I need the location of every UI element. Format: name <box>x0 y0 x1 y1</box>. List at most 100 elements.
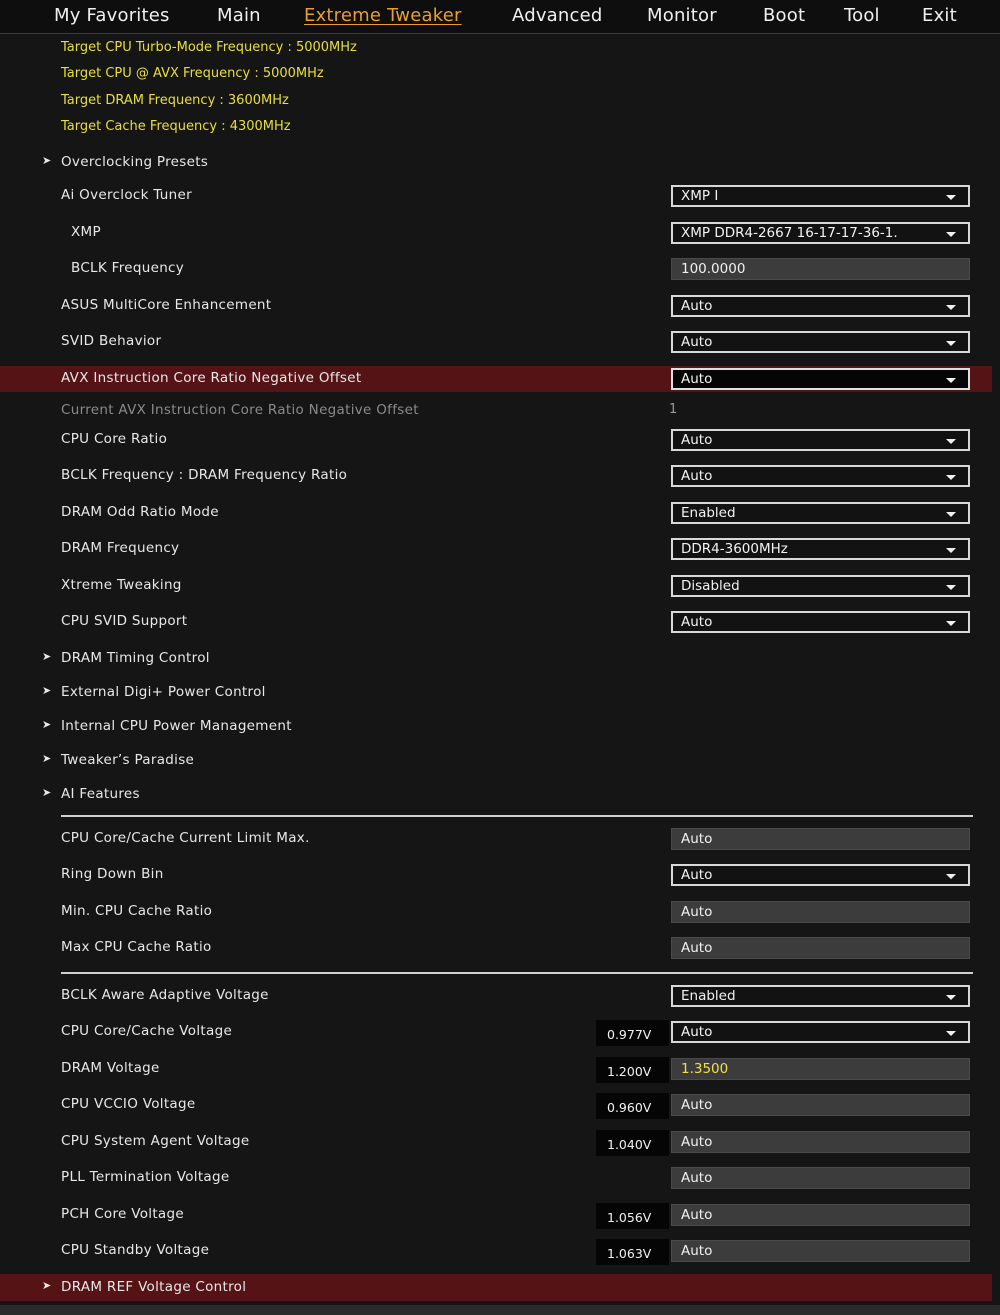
multicore-enhancement-select[interactable]: Auto <box>671 295 970 317</box>
xtreme-tweaking-select[interactable]: Disabled <box>671 575 970 597</box>
setting-vccio-voltage: CPU VCCIO Voltage 0.960V Auto <box>0 1088 1000 1122</box>
input-value: Auto <box>681 1207 713 1223</box>
dram-voltage-input[interactable]: 1.3500 <box>671 1058 970 1080</box>
bclk-dram-ratio-select[interactable]: Auto <box>671 465 970 487</box>
submenu-arrow-icon: ➤ <box>42 786 52 799</box>
setting-label: XMP <box>71 224 101 240</box>
max-cache-ratio-input[interactable]: Auto <box>671 937 970 959</box>
core-cache-current-limit-input[interactable]: Auto <box>671 828 970 850</box>
dropdown-caret-icon <box>946 1031 956 1036</box>
bclk-frequency-input[interactable]: 100.0000 <box>671 258 970 280</box>
submenu-overclocking-presets[interactable]: ➤ Overclocking Presets <box>0 146 1000 180</box>
setting-label: DRAM Voltage <box>61 1060 160 1076</box>
info-label: Current AVX Instruction Core Ratio Negat… <box>61 402 419 418</box>
select-value: Auto <box>681 867 713 883</box>
core-cache-voltage-select[interactable]: Auto <box>671 1021 970 1043</box>
dropdown-caret-icon <box>946 874 956 879</box>
setting-dram-odd-ratio: DRAM Odd Ratio Mode Enabled <box>0 496 1000 530</box>
svid-behavior-select[interactable]: Auto <box>671 331 970 353</box>
setting-label: CPU Core/Cache Voltage <box>61 1023 233 1039</box>
select-value: XMP DDR4-2667 16-17-17-36-1. <box>681 225 898 241</box>
min-cache-ratio-input[interactable]: Auto <box>671 901 970 923</box>
select-value: Auto <box>681 432 713 448</box>
setting-core-cache-current-limit: CPU Core/Cache Current Limit Max. Auto <box>0 822 1000 856</box>
setting-cpu-core-ratio: CPU Core Ratio Auto <box>0 423 1000 457</box>
submenu-label: Tweaker’s Paradise <box>61 752 195 768</box>
submenu-dram-timing-control[interactable]: ➤ DRAM Timing Control <box>0 642 1000 676</box>
setting-dram-frequency: DRAM Frequency DDR4-3600MHz <box>0 532 1000 566</box>
target-cpu-turbo-frequency: Target CPU Turbo-Mode Frequency : 5000MH… <box>61 40 357 55</box>
select-value: XMP I <box>681 188 719 204</box>
submenu-dram-ref-voltage-control[interactable]: ➤ DRAM REF Voltage Control <box>0 1274 992 1301</box>
system-agent-voltage-input[interactable]: Auto <box>671 1131 970 1153</box>
submenu-tweakers-paradise[interactable]: ➤ Tweaker’s Paradise <box>0 744 1000 778</box>
tab-monitor[interactable]: Monitor <box>647 5 717 26</box>
dropdown-caret-icon <box>946 548 956 553</box>
cpu-svid-support-select[interactable]: Auto <box>671 611 970 633</box>
setting-label: CPU SVID Support <box>61 613 188 629</box>
vccio-voltage-input[interactable]: Auto <box>671 1094 970 1116</box>
setting-label: ASUS MultiCore Enhancement <box>61 297 272 313</box>
bottom-band <box>0 1305 1000 1315</box>
dram-frequency-select[interactable]: DDR4-3600MHz <box>671 538 970 560</box>
voltage-reading: 1.200V <box>596 1057 669 1083</box>
setting-avx-offset-selected[interactable]: AVX Instruction Core Ratio Negative Offs… <box>0 366 992 392</box>
dram-odd-ratio-select[interactable]: Enabled <box>671 502 970 524</box>
submenu-arrow-icon: ➤ <box>42 752 52 765</box>
pll-termination-voltage-input[interactable]: Auto <box>671 1167 970 1189</box>
tab-boot[interactable]: Boot <box>763 5 805 26</box>
submenu-arrow-icon: ➤ <box>42 650 52 663</box>
dropdown-caret-icon <box>946 305 956 310</box>
cpu-standby-voltage-input[interactable]: Auto <box>671 1240 970 1262</box>
submenu-arrow-icon: ➤ <box>42 718 52 731</box>
setting-label: CPU VCCIO Voltage <box>61 1096 196 1112</box>
voltage-reading: 0.960V <box>596 1093 669 1119</box>
submenu-external-digi-power[interactable]: ➤ External Digi+ Power Control <box>0 676 1000 710</box>
setting-pll-termination-voltage: PLL Termination Voltage Auto <box>0 1161 1000 1195</box>
setting-bclk-dram-ratio: BCLK Frequency : DRAM Frequency Ratio Au… <box>0 459 1000 493</box>
tab-my-favorites[interactable]: My Favorites <box>54 5 170 26</box>
bclk-aware-voltage-select[interactable]: Enabled <box>671 985 970 1007</box>
tab-main[interactable]: Main <box>217 5 261 26</box>
avx-offset-select[interactable]: Auto <box>671 368 970 390</box>
dropdown-caret-icon <box>946 621 956 626</box>
info-value: 1 <box>669 402 678 417</box>
submenu-label: AI Features <box>61 786 140 802</box>
setting-pch-core-voltage: PCH Core Voltage 1.056V Auto <box>0 1198 1000 1232</box>
ring-down-bin-select[interactable]: Auto <box>671 864 970 886</box>
setting-multicore-enhancement: ASUS MultiCore Enhancement Auto <box>0 289 1000 323</box>
select-value: Auto <box>681 614 713 630</box>
target-cache-frequency: Target Cache Frequency : 4300MHz <box>61 119 291 134</box>
setting-label: PLL Termination Voltage <box>61 1169 230 1185</box>
input-value: Auto <box>681 904 713 920</box>
tab-advanced[interactable]: Advanced <box>512 5 603 26</box>
cpu-core-ratio-select[interactable]: Auto <box>671 429 970 451</box>
setting-label: BCLK Frequency <box>71 260 185 276</box>
xmp-select[interactable]: XMP DDR4-2667 16-17-17-36-1. <box>671 222 970 244</box>
voltage-reading: 0.977V <box>596 1020 669 1046</box>
tab-extreme-tweaker[interactable]: Extreme Tweaker <box>304 5 462 26</box>
tab-tool[interactable]: Tool <box>844 5 880 26</box>
setting-system-agent-voltage: CPU System Agent Voltage 1.040V Auto <box>0 1125 1000 1159</box>
setting-label: CPU Standby Voltage <box>61 1242 210 1258</box>
submenu-internal-cpu-power[interactable]: ➤ Internal CPU Power Management <box>0 710 1000 744</box>
voltage-reading: 1.056V <box>596 1203 669 1229</box>
setting-label: Min. CPU Cache Ratio <box>61 903 213 919</box>
tab-exit[interactable]: Exit <box>922 5 957 26</box>
pch-core-voltage-input[interactable]: Auto <box>671 1204 970 1226</box>
submenu-ai-features[interactable]: ➤ AI Features <box>0 778 1000 812</box>
input-value: 1.3500 <box>681 1061 729 1077</box>
setting-label: SVID Behavior <box>61 333 162 349</box>
ai-overclock-tuner-select[interactable]: XMP I <box>671 185 970 207</box>
setting-label: Ai Overclock Tuner <box>61 187 192 203</box>
section-divider <box>61 815 973 817</box>
setting-label: Ring Down Bin <box>61 866 164 882</box>
setting-svid-behavior: SVID Behavior Auto <box>0 325 1000 359</box>
setting-label: BCLK Frequency : DRAM Frequency Ratio <box>61 467 348 483</box>
target-cpu-avx-frequency: Target CPU @ AVX Frequency : 5000MHz <box>61 66 324 81</box>
setting-bclk-aware-voltage: BCLK Aware Adaptive Voltage Enabled <box>0 979 1000 1013</box>
submenu-label: Overclocking Presets <box>61 154 209 170</box>
setting-label: CPU System Agent Voltage <box>61 1133 250 1149</box>
setting-core-cache-voltage: CPU Core/Cache Voltage 0.977V Auto <box>0 1015 1000 1049</box>
select-value: Enabled <box>681 988 736 1004</box>
